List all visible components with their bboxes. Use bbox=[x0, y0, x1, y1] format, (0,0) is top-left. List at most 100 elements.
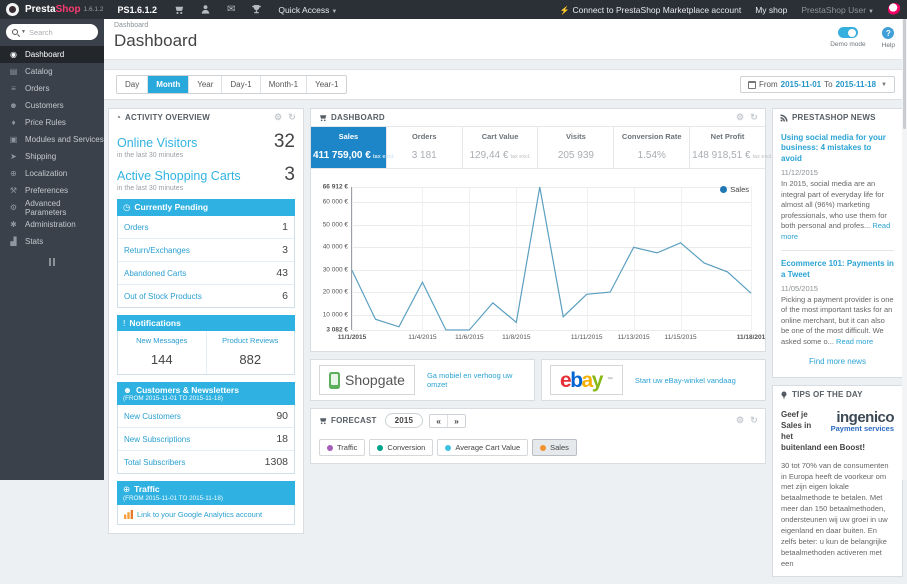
tips-of-the-day-panel: TIPS OF THE DAY ingenico Payment service… bbox=[772, 385, 903, 577]
pending-row-returns[interactable]: Return/Exchanges3 bbox=[118, 239, 294, 262]
alert-icon: ! bbox=[123, 318, 125, 328]
sidebar-item-stats[interactable]: ▟Stats bbox=[0, 233, 104, 250]
gear-icon[interactable]: ⚙ bbox=[274, 113, 282, 122]
customer-icon[interactable] bbox=[200, 4, 211, 15]
ebay-banner[interactable]: ebay™ Start uw eBay-winkel vandaag bbox=[541, 359, 766, 401]
pending-row-orders[interactable]: Orders1 bbox=[118, 216, 294, 239]
shopgate-logo: Shopgate bbox=[319, 365, 415, 395]
range-month-button[interactable]: Month bbox=[148, 76, 189, 93]
sidebar-item-advanced-parameters[interactable]: ⚙Advanced Parameters bbox=[0, 199, 104, 216]
rss-icon bbox=[780, 114, 788, 122]
kpi-conversion-rate[interactable]: Conversion Rate1.54% bbox=[614, 127, 690, 168]
gear-icon[interactable]: ⚙ bbox=[736, 416, 744, 425]
customers-row-new-subscriptions[interactable]: New Subscriptions18 bbox=[118, 428, 294, 451]
pending-row-abandoned-carts[interactable]: Abandoned Carts43 bbox=[118, 262, 294, 285]
administration-icon: ✱ bbox=[8, 220, 19, 229]
customers-row-new-customers[interactable]: New Customers90 bbox=[118, 405, 294, 428]
forecast-prev-button[interactable]: « bbox=[430, 415, 448, 427]
y-tick-label: 30 000 € bbox=[323, 266, 348, 273]
phone-icon bbox=[329, 372, 340, 389]
shipping-icon: ➤ bbox=[8, 152, 19, 161]
kpi-visits[interactable]: Visits205 939 bbox=[538, 127, 614, 168]
google-analytics-link[interactable]: Link to your Google Analytics account bbox=[117, 505, 295, 525]
find-more-news-link[interactable]: Find more news bbox=[781, 357, 894, 366]
sidebar: ▼ Search ◉Dashboard ▤Catalog ≡Orders ☻Cu… bbox=[0, 19, 104, 480]
sales-line bbox=[352, 187, 751, 330]
trophy-icon[interactable] bbox=[251, 4, 262, 15]
cart-icon bbox=[318, 416, 327, 425]
gear-icon[interactable]: ⚙ bbox=[736, 113, 744, 122]
sidebar-item-customers[interactable]: ☻Customers bbox=[0, 97, 104, 114]
kpi-net-profit[interactable]: Net Profit148 918,51 €tax excl. bbox=[690, 127, 765, 168]
prestashop-logo[interactable] bbox=[6, 3, 19, 16]
demo-mode-toggle[interactable] bbox=[838, 27, 858, 38]
cart-icon bbox=[318, 113, 327, 122]
news-article-title[interactable]: Ecommerce 101: Payments in a Tweet bbox=[781, 259, 894, 280]
sales-dot-icon bbox=[540, 445, 546, 451]
product-reviews-cell[interactable]: Product Reviews882 bbox=[206, 331, 295, 374]
range-year-button[interactable]: Year bbox=[189, 76, 222, 93]
sidebar-collapse-button[interactable] bbox=[0, 258, 104, 266]
marketplace-link[interactable]: ⚡Connect to PrestaShop Marketplace accou… bbox=[560, 5, 742, 15]
cart-icon[interactable] bbox=[173, 4, 184, 15]
traffic-date-range: (FROM 2015-11-01 TO 2015-11-18) bbox=[123, 495, 289, 502]
forecast-legend-conversion[interactable]: Conversion bbox=[369, 439, 433, 456]
news-article-date: 11/05/2015 bbox=[781, 284, 894, 293]
ingenico-logo[interactable]: ingenico Payment services bbox=[820, 410, 894, 433]
breadcrumb[interactable]: Dashboard bbox=[114, 22, 897, 29]
sidebar-item-orders[interactable]: ≡Orders bbox=[0, 80, 104, 97]
gauge-icon: ◔ bbox=[116, 113, 121, 122]
user-menu[interactable]: PrestaShop User▼ bbox=[801, 5, 874, 15]
refresh-icon[interactable]: ↻ bbox=[750, 416, 758, 425]
kpi-sales[interactable]: Sales411 759,00 €tax excl. bbox=[311, 127, 387, 168]
customers-row-total-subscribers[interactable]: Total Subscribers1308 bbox=[118, 451, 294, 473]
sidebar-item-localization[interactable]: ⊕Localization bbox=[0, 165, 104, 182]
shop-name[interactable]: PS1.6.1.2 bbox=[117, 5, 157, 15]
quick-access-menu[interactable]: Quick Access▼ bbox=[278, 5, 337, 15]
refresh-icon[interactable]: ↻ bbox=[288, 113, 296, 122]
x-tick-label: 11/11/2015 bbox=[571, 334, 603, 341]
range-year-1-button[interactable]: Year-1 bbox=[307, 76, 346, 93]
read-more-link[interactable]: Read more bbox=[836, 337, 873, 346]
help-icon[interactable]: ? bbox=[882, 27, 894, 39]
news-article-title[interactable]: Using social media for your business: 4 … bbox=[781, 133, 894, 164]
scrollbar-thumb[interactable] bbox=[903, 19, 906, 129]
customers-icon: ☻ bbox=[8, 101, 19, 110]
my-shop-link[interactable]: My shop bbox=[755, 5, 787, 15]
search-input[interactable]: ▼ Search bbox=[6, 24, 98, 40]
forecast-legend-traffic[interactable]: Traffic bbox=[319, 439, 365, 456]
kpi-orders[interactable]: Orders3 181 bbox=[387, 127, 463, 168]
range-day-1-button[interactable]: Day-1 bbox=[222, 76, 260, 93]
sidebar-item-catalog[interactable]: ▤Catalog bbox=[0, 63, 104, 80]
search-scope-caret-icon[interactable]: ▼ bbox=[21, 29, 26, 35]
date-range-picker[interactable]: From2015-11-01 To2015-11-18 ▼ bbox=[740, 76, 895, 93]
scrollbar[interactable] bbox=[902, 19, 907, 480]
online-visitors-link[interactable]: Online Visitors bbox=[117, 136, 197, 150]
sidebar-item-modules[interactable]: ▣Modules and Services bbox=[0, 131, 104, 148]
forecast-legend-average-cart-value[interactable]: Average Cart Value bbox=[437, 439, 528, 456]
range-month-1-button[interactable]: Month-1 bbox=[261, 76, 307, 93]
forecast-year[interactable]: 2015 bbox=[385, 413, 424, 428]
messages-icon[interactable]: ✉ bbox=[227, 4, 235, 15]
kpi-cart-value[interactable]: Cart Value129,44 €tax excl. bbox=[463, 127, 539, 168]
x-tick-label: 11/8/2015 bbox=[502, 334, 530, 341]
pending-row-out-of-stock[interactable]: Out of Stock Products6 bbox=[118, 285, 294, 307]
sidebar-item-shipping[interactable]: ➤Shipping bbox=[0, 148, 104, 165]
shopgate-link[interactable]: Ga mobiel en verhoog uw omzet bbox=[427, 371, 526, 389]
range-day-button[interactable]: Day bbox=[117, 76, 148, 93]
forecast-next-button[interactable]: » bbox=[448, 415, 465, 427]
sidebar-item-price-rules[interactable]: ♦Price Rules bbox=[0, 114, 104, 131]
active-carts-link[interactable]: Active Shopping Carts bbox=[117, 169, 241, 183]
sidebar-item-dashboard[interactable]: ◉Dashboard bbox=[0, 46, 104, 63]
refresh-icon[interactable]: ↻ bbox=[750, 113, 758, 122]
ebay-link[interactable]: Start uw eBay-winkel vandaag bbox=[635, 376, 736, 385]
news-article-excerpt: Picking a payment provider is one of the… bbox=[781, 295, 894, 348]
new-messages-cell[interactable]: New Messages144 bbox=[118, 331, 206, 374]
user-avatar[interactable] bbox=[888, 3, 901, 16]
shopgate-banner[interactable]: Shopgate Ga mobiel en verhoog uw omzet bbox=[310, 359, 535, 401]
sidebar-item-preferences[interactable]: ⚒Preferences bbox=[0, 182, 104, 199]
x-tick-label: 11/13/2015 bbox=[618, 334, 650, 341]
sidebar-item-administration[interactable]: ✱Administration bbox=[0, 216, 104, 233]
forecast-legend-sales[interactable]: Sales bbox=[532, 439, 577, 456]
chart-legend[interactable]: Sales bbox=[720, 185, 749, 194]
